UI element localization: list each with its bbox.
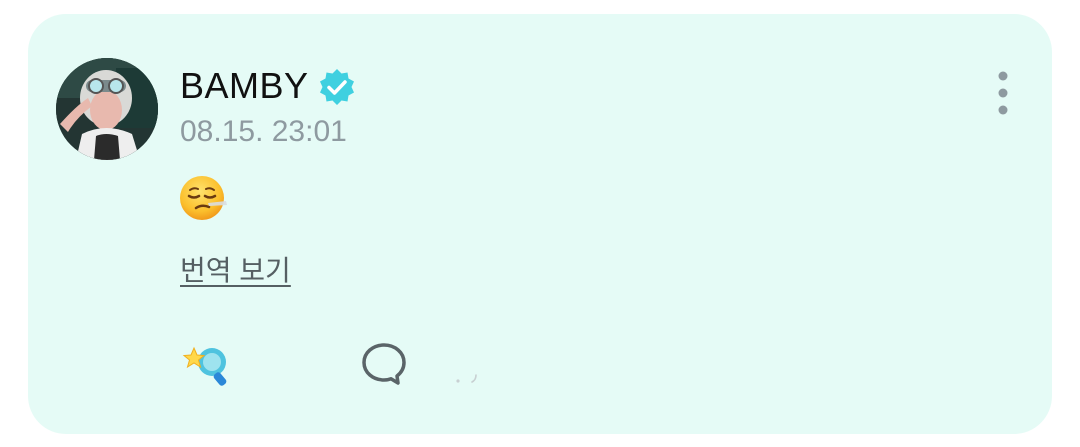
- translate-link[interactable]: 번역 보기: [180, 254, 291, 288]
- speech-bubble-icon[interactable]: [360, 340, 408, 388]
- author-name[interactable]: BAMBY: [180, 66, 309, 106]
- post-timestamp: 08.15. 23:01: [180, 115, 347, 148]
- post-card: BAMBY 08.15. 23:01 번역 보기: [28, 14, 1052, 434]
- comment-count-indicator: [456, 374, 477, 383]
- verified-check-icon: [320, 69, 354, 105]
- author-avatar[interactable]: [56, 58, 158, 160]
- more-vertical-icon[interactable]: [988, 68, 1018, 118]
- avatar-image: [56, 58, 158, 160]
- relieved-face-emoji: [180, 176, 227, 220]
- star-lightstick-icon[interactable]: [180, 340, 236, 388]
